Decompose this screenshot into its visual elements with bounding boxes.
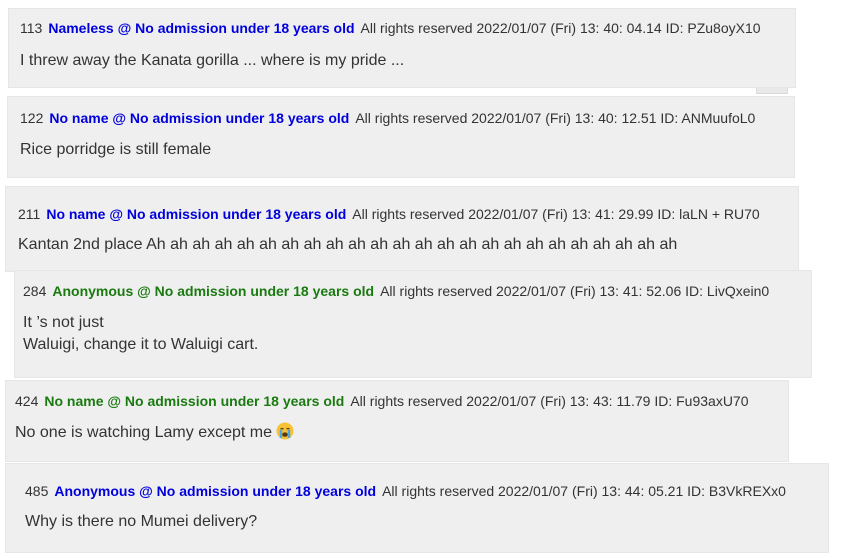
post-line: Why is there no Mumei delivery? (25, 513, 258, 530)
post-211: 211 No name @ No admission under 18 years… (5, 186, 799, 272)
post-284: 284 Anonymous @ No admission under 18 yea… (14, 270, 812, 378)
post-number[interactable]: 113 (20, 20, 42, 36)
post-header: 424 No name @ No admission under 18 years… (15, 393, 749, 409)
poster-name[interactable]: Nameless @ No admission under 18 years o… (48, 20, 354, 36)
post-body: It ’s not just Waluigi, change it to Wal… (23, 312, 258, 356)
post-line: I threw away the Kanata gorilla ... wher… (20, 52, 405, 69)
post-header: 122 No name @ No admission under 18 years… (20, 110, 755, 126)
post-body: Kantan 2nd place Ah ah ah ah ah ah ah ah… (18, 234, 677, 256)
post-body: Why is there no Mumei delivery? (25, 511, 257, 533)
post-body: Rice porridge is still female (20, 139, 211, 161)
post-meta: All rights reserved 2022/01/07 (Fri) 13:… (382, 483, 786, 499)
post-line: It ’s not just (23, 314, 104, 331)
post-number[interactable]: 122 (20, 110, 43, 126)
post-header: 113 Nameless @ No admission under 18 year… (20, 20, 761, 36)
post-meta: All rights reserved 2022/01/07 (Fri) 13:… (380, 283, 770, 299)
post-485: 485 Anonymous @ No admission under 18 yea… (5, 463, 829, 553)
post-122: 122 No name @ No admission under 18 years… (7, 96, 795, 178)
post-line: No one is watching Lamy except me (15, 422, 294, 444)
post-body: No one is watching Lamy except me (15, 422, 294, 444)
post-header: 485 Anonymous @ No admission under 18 yea… (25, 483, 786, 499)
poster-name[interactable]: No name @ No admission under 18 years ol… (49, 110, 349, 126)
poster-name[interactable]: Anonymous @ No admission under 18 years … (52, 283, 374, 299)
post-line: Kantan 2nd place Ah ah ah ah ah ah ah ah… (18, 236, 678, 253)
post-line: Waluigi, change it to Waluigi cart. (23, 336, 259, 353)
post-header: 211 No name @ No admission under 18 years… (18, 206, 760, 222)
post-meta: All rights reserved 2022/01/07 (Fri) 13:… (360, 20, 761, 36)
poster-name[interactable]: No name @ No admission under 18 years ol… (44, 393, 344, 409)
post-number[interactable]: 284 (23, 283, 46, 299)
post-number[interactable]: 424 (15, 393, 38, 409)
post-meta: All rights reserved 2022/01/07 (Fri) 13:… (352, 206, 760, 222)
post-meta: All rights reserved 2022/01/07 (Fri) 13:… (355, 110, 756, 126)
poster-name[interactable]: No name @ No admission under 18 years ol… (46, 206, 346, 222)
post-line: Rice porridge is still female (20, 141, 212, 158)
post-113: 113 Nameless @ No admission under 18 year… (8, 8, 796, 88)
post-number[interactable]: 485 (25, 483, 48, 499)
post-line-text: No one is watching Lamy except me (15, 424, 273, 441)
post-number[interactable]: 211 (18, 206, 40, 222)
post-424: 424 No name @ No admission under 18 years… (5, 380, 789, 462)
post-meta: All rights reserved 2022/01/07 (Fri) 13:… (350, 393, 749, 409)
post-header: 284 Anonymous @ No admission under 18 yea… (23, 283, 769, 299)
poster-name[interactable]: Anonymous @ No admission under 18 years … (54, 483, 376, 499)
crying-face-icon (276, 422, 294, 440)
post-body: I threw away the Kanata gorilla ... wher… (20, 50, 404, 72)
